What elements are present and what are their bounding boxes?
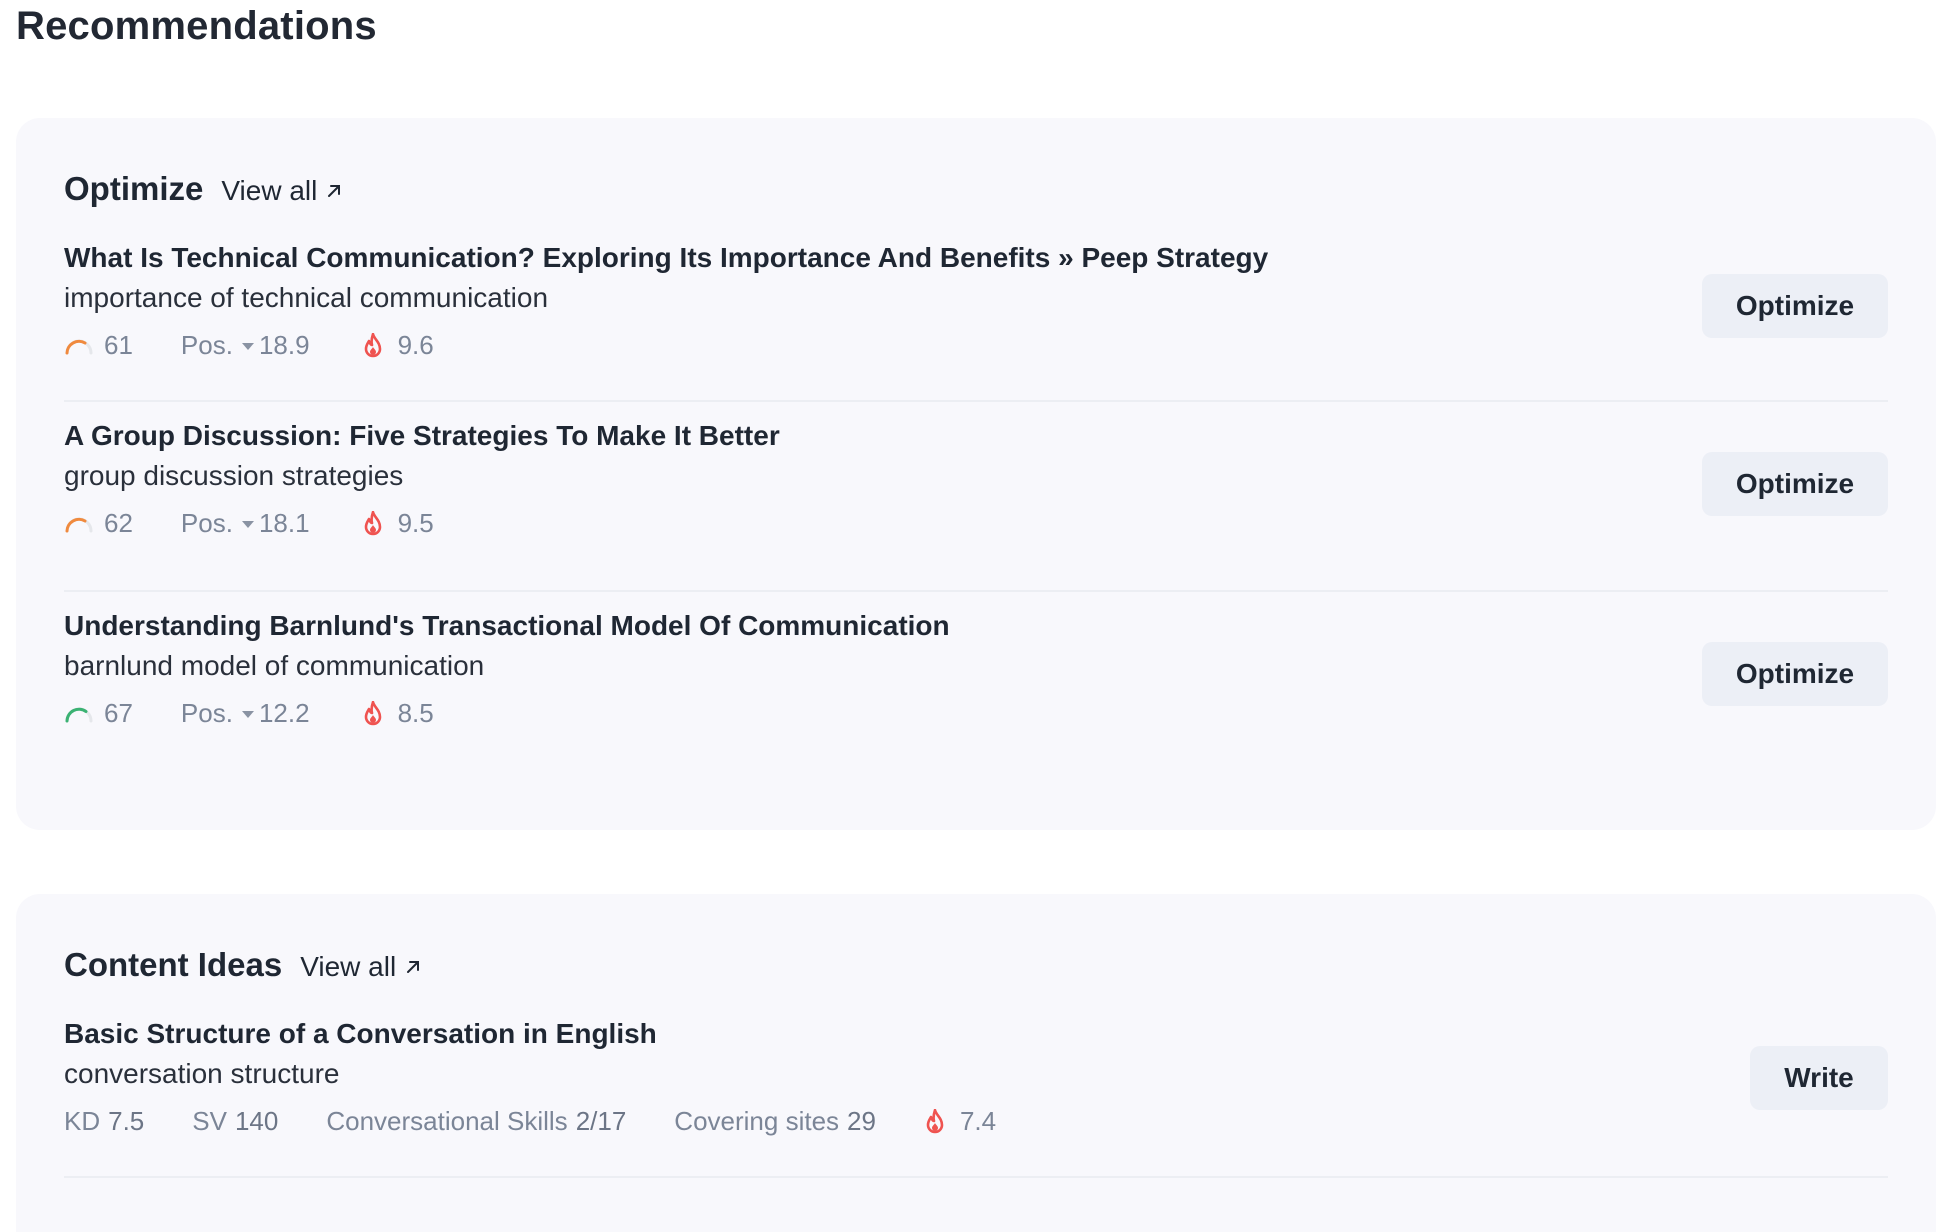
item-metrics: 61 Pos. 18.9 9.6 [64,330,434,361]
heat-value: 8.5 [397,698,434,728]
sv-label: SV [192,1106,227,1136]
score-metric: 67 [64,698,133,729]
recommendations-page: Recommendations Optimize View all What I… [0,0,1952,1232]
fire-icon [364,700,381,725]
position-metric: Pos. 18.1 [181,508,310,539]
item-keyword: group discussion strategies [64,460,404,491]
topic-value: 2/17 [575,1106,627,1136]
item-keyword: barnlund model of communication [64,650,485,681]
pos-label: Pos. [180,508,233,538]
optimize-button[interactable]: Optimize [1702,452,1888,516]
pos-label: Pos. [180,698,233,728]
item-title[interactable]: Understanding Barnlund's Transactional M… [64,610,950,642]
content-idea-item: Basic Structure of a Conversation in Eng… [64,988,1888,1178]
optimize-card: Optimize View all What Is Technical Comm… [16,118,1936,830]
view-all-label: View all [221,175,318,206]
position-metric: Pos. 18.9 [181,330,310,361]
fire-icon [926,1108,944,1133]
pos-value: 12.2 [258,698,310,728]
heat-metric: 9.5 [362,508,434,539]
content-ideas-title: Content Ideas [64,946,283,983]
optimize-item: Understanding Barnlund's Transactional M… [64,592,1888,782]
item-metrics: 62 Pos. 18.1 9.5 [64,508,434,539]
optimize-title: Optimize [64,170,204,207]
position-metric: Pos. 12.2 [181,698,310,729]
heat-metric: 7.4 [924,1106,996,1137]
optimize-item: A Group Discussion: Five Strategies To M… [64,402,1888,592]
topic-metric: Conversational Skills 2/17 [326,1106,626,1137]
gauge-icon [65,707,93,722]
optimize-button[interactable]: Optimize [1702,274,1888,338]
item-title[interactable]: A Group Discussion: Five Strategies To M… [64,420,780,452]
caret-down-icon [241,520,254,528]
view-all-label: View all [300,951,397,982]
covering-label: Covering sites [674,1106,840,1136]
heat-value: 9.5 [397,508,434,538]
write-button[interactable]: Write [1750,1046,1888,1110]
item-title[interactable]: What Is Technical Communication? Explori… [64,242,1268,274]
heat-metric: 9.6 [362,330,434,361]
score-value: 67 [104,698,133,728]
item-keyword: conversation structure [64,1058,340,1089]
item-keyword: importance of technical communication [64,282,549,313]
optimize-view-all-link[interactable]: View all [221,175,343,207]
arrow-up-right-icon [328,185,341,197]
heat-value: 7.4 [959,1106,997,1136]
gauge-icon [65,517,93,532]
score-value: 61 [104,330,133,360]
kd-value: 7.5 [108,1106,145,1136]
item-title[interactable]: Basic Structure of a Conversation in Eng… [64,1018,657,1050]
item-metrics: KD 7.5 SV 140 Conversational Skills 2/17… [64,1106,996,1137]
pos-label: Pos. [180,330,233,360]
content-ideas-header: Content Ideas View all [64,946,1888,988]
gauge-icon [65,339,93,354]
topic-label: Conversational Skills [326,1106,568,1136]
optimize-header: Optimize View all [64,170,1888,212]
content-ideas-view-all-link[interactable]: View all [300,951,422,983]
content-ideas-card: Content Ideas View all Basic Structure o… [16,894,1936,1232]
sv-metric: SV 140 [192,1106,278,1137]
arrow-up-right-icon [407,961,420,973]
covering-sites-metric: Covering sites 29 [674,1106,876,1137]
score-metric: 62 [64,508,133,539]
optimize-button[interactable]: Optimize [1702,642,1888,706]
score-value: 62 [104,508,133,538]
sv-value: 140 [234,1106,279,1136]
optimize-item: What Is Technical Communication? Explori… [64,212,1888,402]
fire-icon [364,332,381,357]
kd-metric: KD 7.5 [64,1106,144,1137]
pos-value: 18.1 [258,508,310,538]
pos-value: 18.9 [258,330,310,360]
heat-value: 9.6 [397,330,434,360]
caret-down-icon [241,710,254,718]
score-metric: 61 [64,330,133,361]
covering-value: 29 [847,1106,876,1136]
caret-down-icon [241,342,254,350]
fire-icon [364,510,381,535]
page-title: Recommendations [16,4,377,48]
heat-metric: 8.5 [362,698,434,729]
kd-label: KD [64,1106,101,1136]
item-metrics: 67 Pos. 12.2 8.5 [64,698,434,729]
